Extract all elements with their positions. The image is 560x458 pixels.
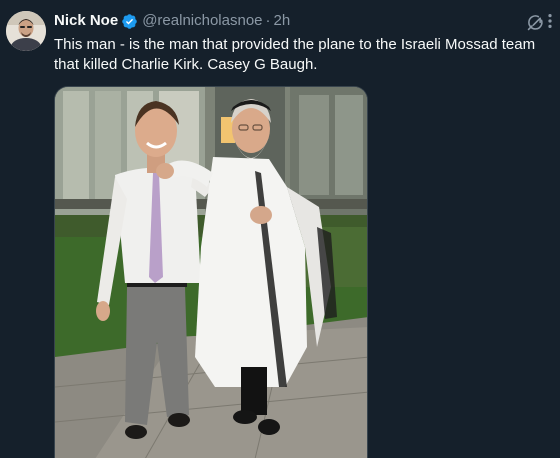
photo-image (55, 87, 367, 458)
tweet-photo[interactable] (54, 86, 368, 458)
author-name[interactable]: Nick Noe (54, 11, 118, 31)
grok-icon (527, 14, 543, 30)
avatar[interactable] (6, 11, 46, 51)
tweet-text: This man - is the man that provided the … (54, 36, 536, 73)
timestamp[interactable]: 2h (274, 11, 291, 31)
tweet[interactable]: Nick Noe @realnicholasnoe · 2h This man … (0, 0, 560, 458)
avatar-image (6, 11, 46, 51)
verified-badge-icon (121, 13, 138, 30)
more-options-icon (548, 13, 552, 29)
grok-button[interactable] (525, 12, 545, 32)
tweet-header: Nick Noe @realnicholasnoe · 2h (54, 11, 290, 31)
header-separator: · (265, 12, 271, 29)
author-handle[interactable]: @realnicholasnoe (142, 11, 262, 31)
more-options-button[interactable] (543, 11, 557, 31)
